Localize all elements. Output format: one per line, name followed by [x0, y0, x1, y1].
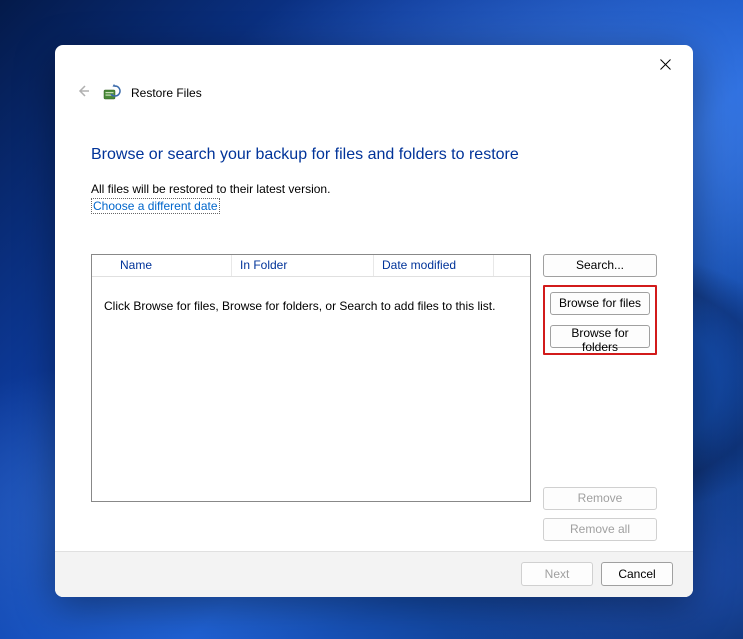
window-title: Restore Files: [131, 86, 202, 100]
browse-files-button[interactable]: Browse for files: [550, 292, 650, 315]
version-note: All files will be restored to their late…: [91, 182, 657, 196]
header-row: Restore Files: [55, 81, 693, 110]
listview-header: Name In Folder Date modified: [92, 255, 530, 277]
spacer: [543, 363, 657, 479]
browse-highlight-box: Browse for files Browse for folders: [543, 285, 657, 355]
file-listview[interactable]: Name In Folder Date modified Click Brows…: [91, 254, 531, 502]
column-date-modified[interactable]: Date modified: [374, 255, 494, 276]
choose-date-row: Choose a different date: [91, 198, 657, 214]
content-area: Browse or search your backup for files a…: [55, 110, 693, 551]
restore-files-icon: [103, 84, 121, 102]
back-button: [73, 81, 93, 106]
listview-empty-message: Click Browse for files, Browse for folde…: [92, 277, 530, 501]
close-button[interactable]: [651, 53, 679, 75]
titlebar: [55, 45, 693, 81]
next-button: Next: [521, 562, 593, 586]
remove-button: Remove: [543, 487, 657, 510]
main-area: Name In Folder Date modified Click Brows…: [91, 254, 657, 541]
side-buttons: Search... Browse for files Browse for fo…: [543, 254, 657, 541]
choose-date-link[interactable]: Choose a different date: [91, 198, 220, 214]
close-icon: [660, 59, 671, 70]
browse-folders-button[interactable]: Browse for folders: [550, 325, 650, 348]
search-button[interactable]: Search...: [543, 254, 657, 277]
cancel-button[interactable]: Cancel: [601, 562, 673, 586]
back-arrow-icon: [75, 83, 91, 99]
remove-all-button: Remove all: [543, 518, 657, 541]
column-in-folder[interactable]: In Folder: [232, 255, 374, 276]
column-spacer: [494, 255, 530, 276]
column-name[interactable]: Name: [92, 255, 232, 276]
dialog-footer: Next Cancel: [55, 551, 693, 597]
instruction-heading: Browse or search your backup for files a…: [91, 146, 657, 164]
restore-files-dialog: Restore Files Browse or search your back…: [55, 45, 693, 597]
